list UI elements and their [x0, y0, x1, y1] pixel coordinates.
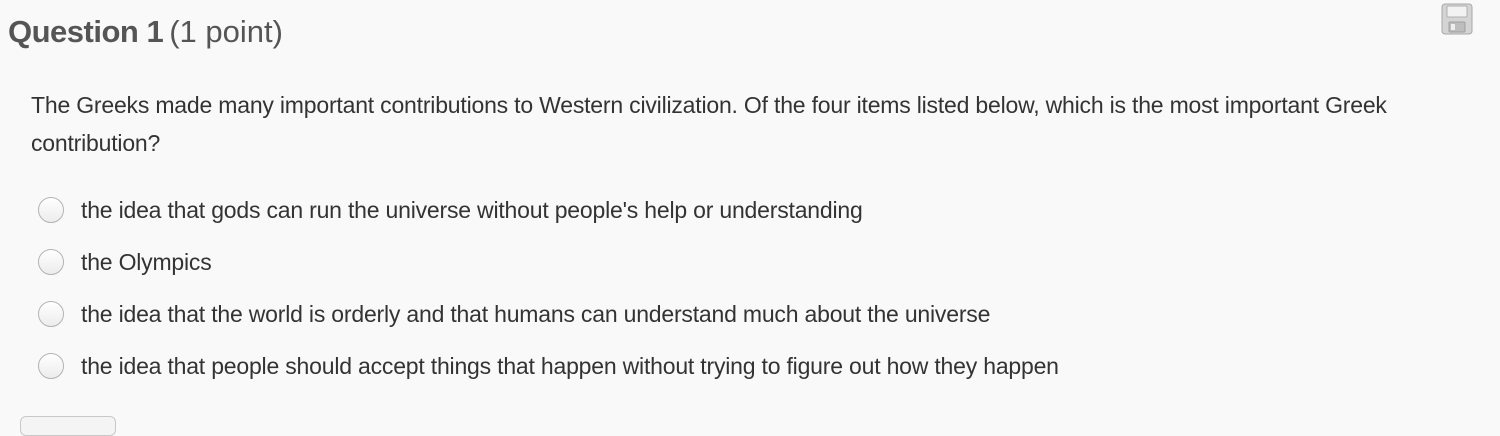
answer-option[interactable]: the idea that the world is orderly and t…	[38, 288, 1438, 340]
radio-button[interactable]	[38, 353, 64, 379]
radio-button[interactable]	[38, 197, 64, 223]
save-icon[interactable]	[1441, 3, 1473, 35]
question-header: Question 1 (1 point)	[0, 0, 1500, 70]
answer-option[interactable]: the Olympics	[38, 236, 1438, 288]
question-prompt: The Greeks made many important contribut…	[31, 92, 1387, 156]
answer-option-label: the idea that gods can run the universe …	[81, 197, 863, 223]
answer-options: the idea that gods can run the universe …	[38, 184, 1438, 392]
question-points: (1 point)	[169, 14, 283, 49]
answer-option-label: the Olympics	[81, 249, 212, 275]
answer-option[interactable]: the idea that people should accept thing…	[38, 340, 1438, 392]
question-number: Question 1	[8, 14, 164, 49]
answer-option[interactable]: the idea that gods can run the universe …	[38, 184, 1438, 236]
next-button-partial[interactable]	[20, 416, 116, 436]
answer-option-label: the idea that people should accept thing…	[81, 353, 1059, 379]
answer-option-label: the idea that the world is orderly and t…	[81, 301, 991, 327]
floppy-disk-icon	[1441, 3, 1473, 35]
question-title: Question 1 (1 point)	[8, 12, 283, 52]
radio-button[interactable]	[38, 301, 64, 327]
radio-button[interactable]	[38, 249, 64, 275]
